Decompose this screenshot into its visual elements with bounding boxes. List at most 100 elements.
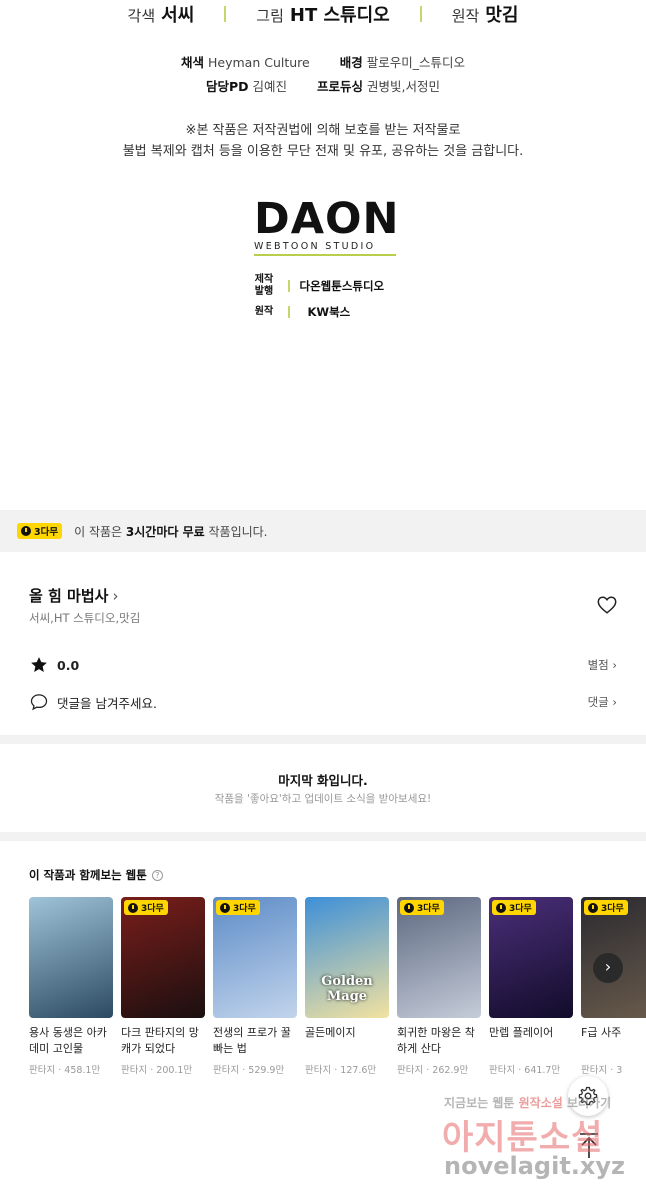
credit-role: 각색 xyxy=(127,7,156,25)
notice-line: 불법 복제와 캡처 등을 이용한 무단 전재 및 유포, 공유하는 것을 금합니… xyxy=(122,144,524,159)
watermark-text: 보러가기 xyxy=(562,1096,612,1110)
help-icon[interactable]: ? xyxy=(151,869,163,881)
recommendation-card[interactable]: 3다무다크 판타지의 망캐가 되었다판타지 · 200.1만 xyxy=(121,897,205,1076)
recommendation-card[interactable]: 용사 동생은 아카데미 고인물 판타지 · 458.1만 xyxy=(29,897,113,1076)
heart-icon[interactable] xyxy=(596,594,618,616)
watermark-text: 원작소설 xyxy=(518,1096,563,1110)
card-meta: 판타지 · 529.9만 xyxy=(213,1065,285,1076)
card-title: 다크 판타지의 망캐가 되었다 xyxy=(121,1026,199,1055)
watermark-line: 지금보는 웹툰 원작소설 보러가기 xyxy=(444,1094,611,1111)
last-episode-section: 마지막 화입니다. 작품을 '좋아요'하고 업데이트 소식을 받아보세요! xyxy=(0,744,646,832)
credit-name: 서씨 xyxy=(161,5,195,26)
free-badge: 3다무 xyxy=(17,523,63,539)
staff-label: 프로듀싱 xyxy=(317,79,364,94)
card-title: F급 사주 xyxy=(581,1026,622,1039)
original-row: 원작 KW북스 xyxy=(254,304,350,320)
divider xyxy=(419,6,422,22)
badge-label: 3다무 xyxy=(601,904,624,914)
recommendation-card[interactable]: 3다무전생의 프로가 꿀빠는 법판타지 · 529.9만 xyxy=(213,897,297,1076)
card-title: 용사 동생은 아카데미 고인물 xyxy=(29,1026,107,1055)
production-label-line: 제작 xyxy=(254,274,274,285)
recommendation-card[interactable]: 3다무 F급 사주판타지 · 3 xyxy=(581,897,646,1076)
credit-name: 맛김 xyxy=(485,5,519,26)
speech-bubble-icon xyxy=(30,694,48,711)
cover-image: 3다무 xyxy=(489,897,573,1018)
section-divider xyxy=(0,832,646,841)
card-meta: 판타지 · 262.9만 xyxy=(397,1065,469,1076)
credit-adaptation: 각색 서씨 xyxy=(128,1,195,27)
work-title: 올 힘 마법사 xyxy=(29,587,109,605)
staff-value: Heyman Culture xyxy=(208,55,310,70)
recommendation-list: 용사 동생은 아카데미 고인물 판타지 · 458.1만 3다무 다크 판타지의 망캐… xyxy=(29,897,646,1076)
card-meta: 판타지 · 3 xyxy=(581,1065,623,1076)
badge-label: 3다무 xyxy=(233,904,256,914)
production-value: 다온웹툰스튜디오 xyxy=(299,279,385,293)
studio-logo: DAON WEBTOON STUDIO xyxy=(254,194,400,256)
cover-image: Golden Mage xyxy=(305,897,389,1018)
badge-label: 3다무 xyxy=(34,527,59,538)
cover-title-art: Golden Mage xyxy=(321,974,373,1004)
original-label: 원작 xyxy=(254,306,274,317)
staff-value: 김예진 xyxy=(252,79,288,94)
divider xyxy=(288,280,290,292)
top-credits: 각색 서씨 그림 HT 스튜디오 원작 맛김 xyxy=(0,0,646,28)
card-meta: 판타지 · 200.1만 xyxy=(121,1065,193,1076)
recommendation-card[interactable]: 3다무 만렙 플레이어 판타지 · 641.7만 xyxy=(489,897,573,1076)
staff-line-2: 담당PD 김예진 프로듀싱 권병빛,서정민 xyxy=(0,76,646,95)
logo-wordmark: DAON xyxy=(254,194,400,244)
production-label: 제작 발행 xyxy=(254,274,274,298)
next-arrow-button[interactable]: › xyxy=(593,953,623,983)
cover-image: 3다무 xyxy=(397,897,481,1018)
staff-label: 배경 xyxy=(339,55,363,70)
staff-label: 채색 xyxy=(181,55,205,70)
production-label-line: 발행 xyxy=(254,286,274,297)
staff-value: 권병빛,서정민 xyxy=(367,79,441,94)
recommendations-heading: 이 작품과 함께보는 웹툰 ? xyxy=(29,867,163,883)
work-authors: 서씨,HT 스튜디오,맛김 xyxy=(29,611,141,625)
copyright-notice: ※본 작품은 저작권법에 의해 보호를 받는 저작물로 불법 복제와 캡처 등을… xyxy=(0,120,646,162)
badge-label: 3다무 xyxy=(417,904,440,914)
cover-image: 3다무 xyxy=(121,897,205,1018)
card-meta: 판타지 · 641.7만 xyxy=(489,1065,561,1076)
recommendation-card[interactable]: 3다무 회귀한 마왕은 착하게 산다 판타지 · 262.9만 xyxy=(397,897,481,1076)
comment-button[interactable]: 댓글 › xyxy=(588,694,617,710)
recommendations-title: 이 작품과 함께보는 웹툰 xyxy=(29,868,147,882)
logo-underline xyxy=(254,254,396,256)
clock-icon xyxy=(220,902,230,913)
comment-prompt: 댓글을 남겨주세요. xyxy=(57,695,157,711)
chevron-right-icon: › xyxy=(112,587,119,605)
credit-original: 원작 맛김 xyxy=(452,1,519,27)
star-icon xyxy=(31,657,47,672)
card-title: 골든메이지 xyxy=(305,1026,356,1039)
section-divider xyxy=(0,735,646,744)
recommendation-card[interactable]: Golden Mage 골든메이지 판타지 · 127.6만 xyxy=(305,897,389,1076)
comment-row[interactable]: 댓글을 남겨주세요. 댓글 › xyxy=(29,692,617,712)
free-badge: 3다무 xyxy=(584,900,628,915)
watermark-domain: novelagit.xyz xyxy=(444,1152,626,1180)
free-badge: 3다무 xyxy=(124,900,168,915)
clock-icon xyxy=(496,902,506,913)
free-text-suffix: 작품입니다. xyxy=(204,524,268,539)
recommendations: 이 작품과 함께보는 웹툰 ? 용사 동생은 아카데미 고인물 판타지 · 458… xyxy=(0,841,646,1096)
original-value: KW북스 xyxy=(307,305,351,319)
free-text-bold: 3시간마다 무료 xyxy=(125,524,205,539)
credit-role: 원작 xyxy=(451,7,480,25)
free-badge: 3다무 xyxy=(216,900,260,915)
credit-name: HT 스튜디오 xyxy=(289,5,390,26)
staff-value: 팔로우미_스튜디오 xyxy=(366,55,465,70)
work-title-link[interactable]: 올 힘 마법사 › xyxy=(29,585,118,606)
site-watermark: 지금보는 웹툰 원작소설 보러가기 아지툰소설 novelagit.xyz xyxy=(432,1094,632,1186)
rate-button[interactable]: 별점 › xyxy=(588,657,617,673)
cover-image: 3다무 xyxy=(213,897,297,1018)
watermark-text: 지금보는 웹툰 xyxy=(444,1096,519,1110)
divider xyxy=(224,6,227,22)
divider xyxy=(288,306,290,318)
staff-label: 담당PD xyxy=(205,79,249,94)
badge-label: 3다무 xyxy=(509,904,532,914)
rating-row: 0.0 별점 › xyxy=(29,655,617,675)
free-badge: 3다무 xyxy=(400,900,444,915)
card-title: 전생의 프로가 꿀빠는 법 xyxy=(213,1026,291,1055)
clock-icon xyxy=(21,526,31,536)
cover-image xyxy=(29,897,113,1018)
last-episode-title: 마지막 화입니다. xyxy=(278,773,368,788)
